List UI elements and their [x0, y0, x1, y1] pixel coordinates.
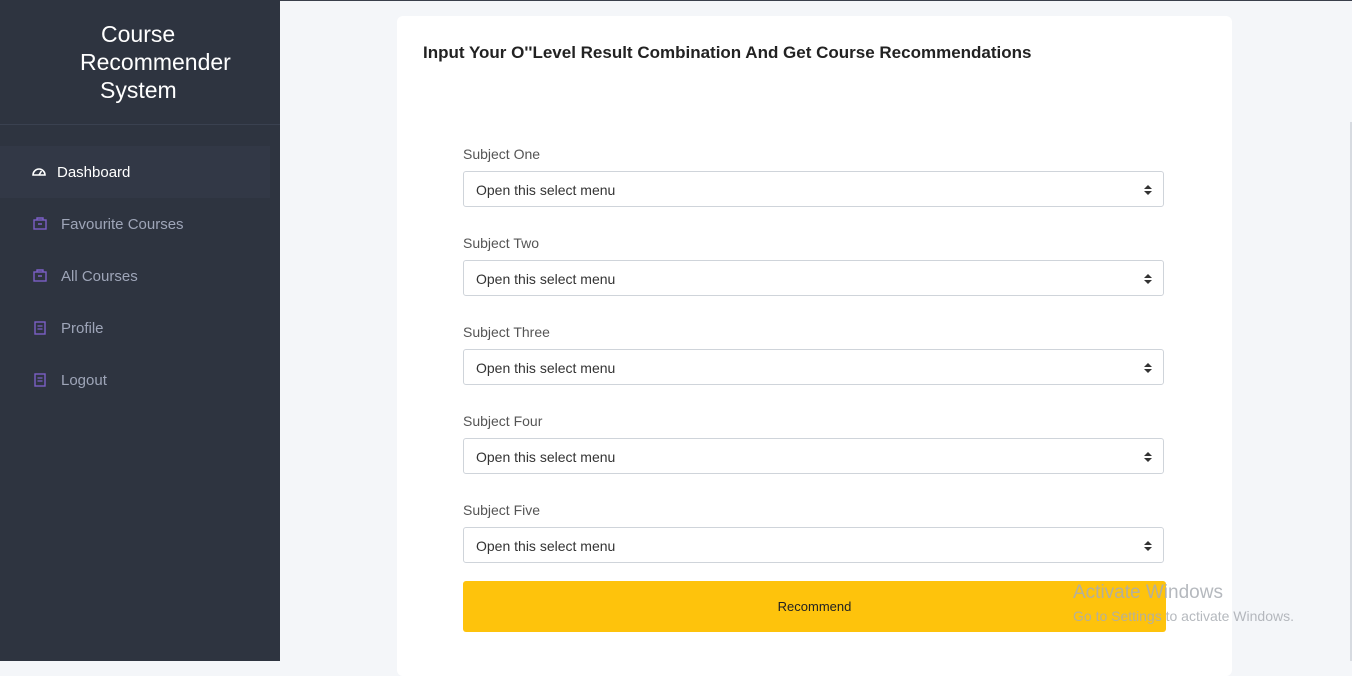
recommend-button[interactable]: Recommend: [463, 581, 1166, 632]
sort-arrows-icon: [1144, 274, 1152, 284]
select-value: Open this select menu: [476, 538, 616, 554]
sort-arrows-icon: [1144, 363, 1152, 373]
sort-arrows-icon: [1144, 185, 1152, 195]
subject-four-label: Subject Four: [463, 413, 543, 429]
sort-arrows-icon: [1144, 452, 1152, 462]
recommendation-form-card: Input Your O''Level Result Combination A…: [397, 16, 1232, 676]
gauge-icon: [32, 168, 46, 176]
sidebar-item-label: All Courses: [61, 267, 138, 285]
brand-line-2: Recommender: [80, 49, 231, 75]
subject-one-label: Subject One: [463, 146, 541, 162]
brand-line-1: Course: [101, 21, 176, 47]
subject-three-select[interactable]: Open this select menu: [463, 349, 1164, 385]
sidebar-nav: Dashboard Favourite Courses All Courses …: [0, 146, 280, 406]
subject-four-select[interactable]: Open this select menu: [463, 438, 1164, 474]
sidebar-item-label: Favourite Courses: [61, 215, 184, 233]
document-icon: [34, 373, 46, 387]
sidebar-item-label: Logout: [61, 371, 107, 389]
box-icon: [33, 217, 47, 230]
sidebar-item-label: Dashboard: [57, 163, 131, 181]
sidebar-item-profile[interactable]: Profile: [0, 302, 270, 354]
sort-arrows-icon: [1144, 541, 1152, 551]
select-value: Open this select menu: [476, 182, 616, 198]
sidebar-item-all-courses[interactable]: All Courses: [0, 250, 270, 302]
document-icon: [34, 321, 46, 335]
sidebar-item-label: Profile: [61, 319, 104, 337]
select-value: Open this select menu: [476, 271, 616, 287]
box-icon: [33, 269, 47, 282]
subject-five-select[interactable]: Open this select menu: [463, 527, 1164, 563]
subject-two-select[interactable]: Open this select menu: [463, 260, 1164, 296]
select-value: Open this select menu: [476, 360, 616, 376]
brand-title: Course Recommender System: [0, 0, 280, 125]
sidebar-item-dashboard[interactable]: Dashboard: [0, 146, 270, 198]
sidebar-item-favourite-courses[interactable]: Favourite Courses: [0, 198, 270, 250]
brand-line-3: System: [100, 77, 177, 103]
subject-one-select[interactable]: Open this select menu: [463, 171, 1164, 207]
sidebar: Course Recommender System Dashboard Favo…: [0, 0, 280, 661]
sidebar-item-logout[interactable]: Logout: [0, 354, 270, 406]
page-title: Input Your O''Level Result Combination A…: [423, 43, 1032, 62]
subject-two-label: Subject Two: [463, 235, 540, 251]
subject-five-label: Subject Five: [463, 502, 541, 518]
subject-three-label: Subject Three: [463, 324, 550, 340]
select-value: Open this select menu: [476, 449, 616, 465]
